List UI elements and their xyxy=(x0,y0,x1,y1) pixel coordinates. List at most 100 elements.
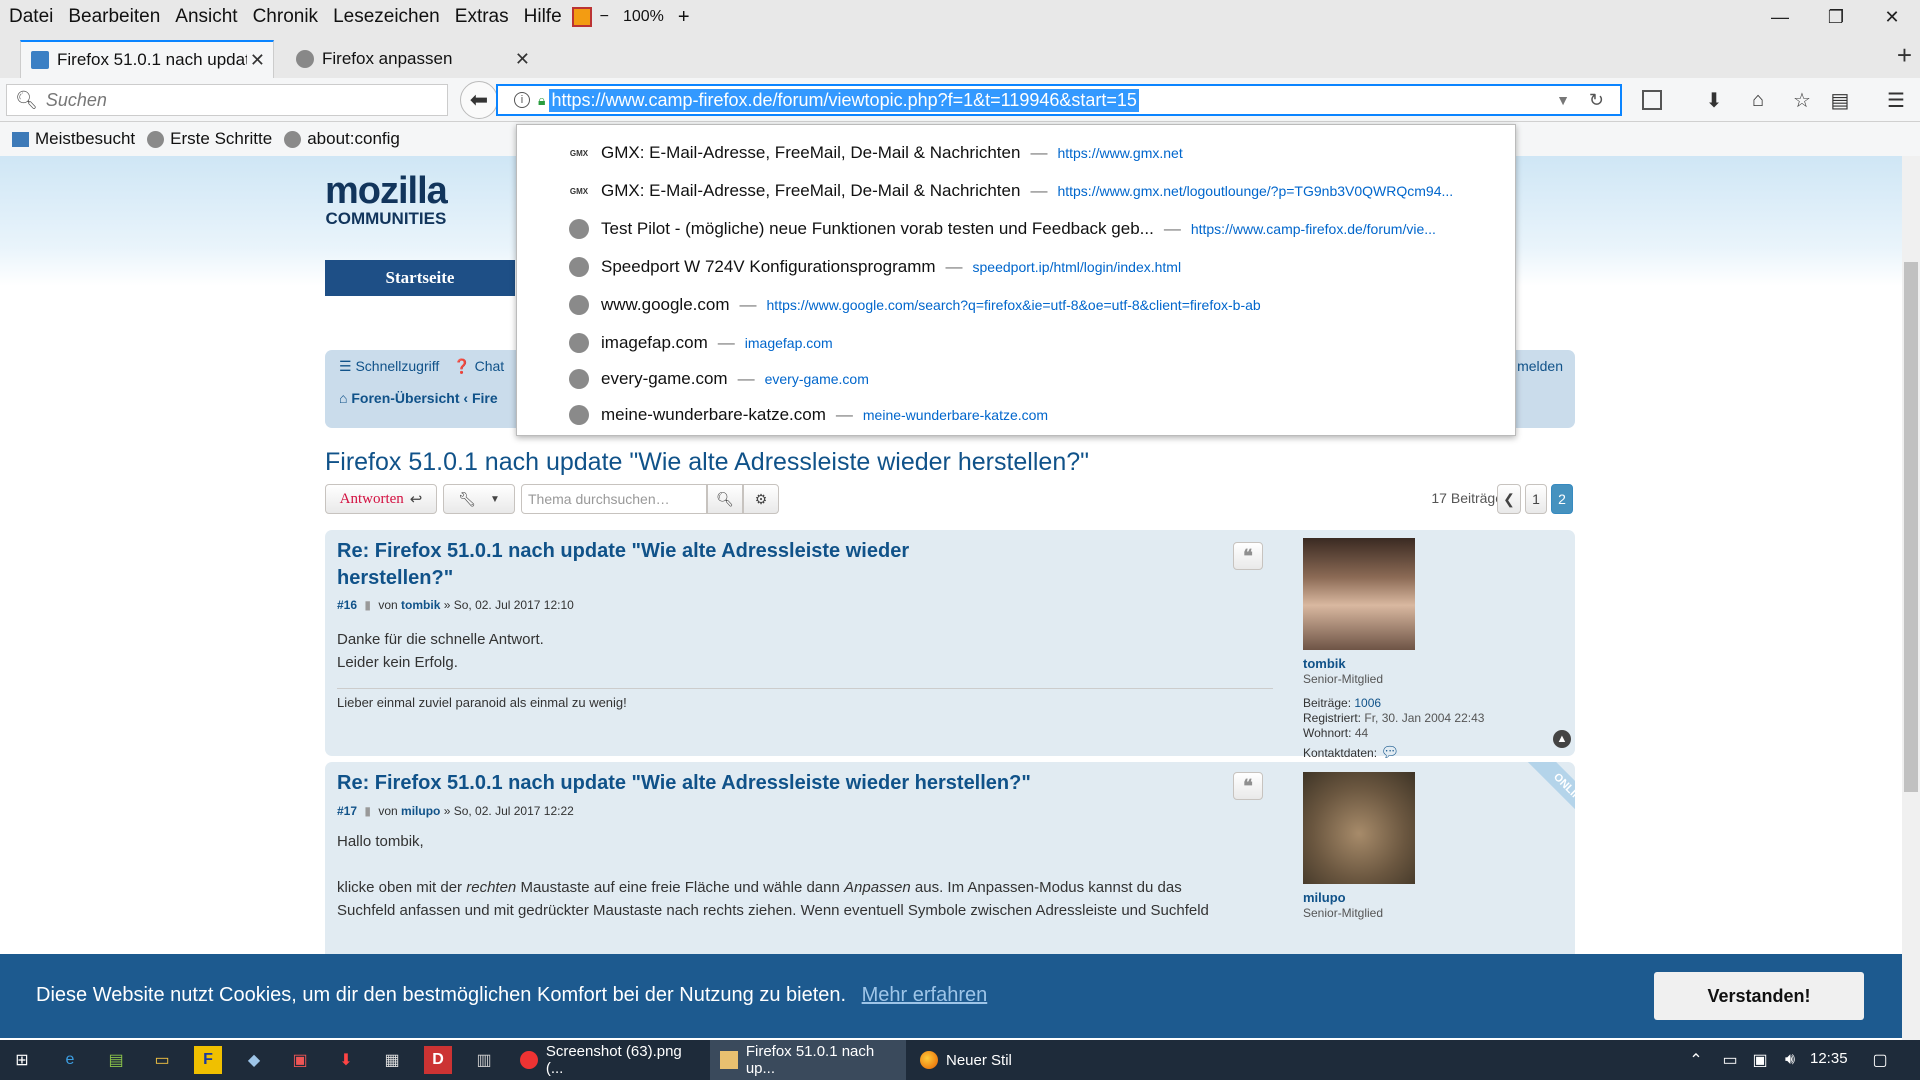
suggestion-item[interactable]: every-game.com — every-game.com xyxy=(517,361,1517,397)
volume-icon[interactable]: 🔊︎ xyxy=(1776,1046,1804,1074)
post-author[interactable]: tombik xyxy=(401,598,440,612)
reply-button[interactable]: Antworten ↩ xyxy=(325,484,437,514)
minimize-button[interactable]: — xyxy=(1752,0,1808,34)
taskbar-app-screenshot[interactable]: Screenshot (63).png (... xyxy=(510,1040,702,1080)
restore-button[interactable]: ❐ xyxy=(1808,0,1864,34)
app-icon[interactable]: ▥ xyxy=(470,1046,498,1074)
suggestion-item[interactable]: GMX GMX: E-Mail-Adresse, FreeMail, De-Ma… xyxy=(517,135,1517,171)
avatar[interactable] xyxy=(1303,538,1415,650)
windows-start-icon[interactable]: ⊞ xyxy=(8,1046,36,1074)
contact-icon[interactable]: 💬︎ xyxy=(1380,744,1399,761)
menu-datei[interactable]: Datei xyxy=(9,6,53,28)
taskbar-app-neuer-stil[interactable]: Neuer Stil xyxy=(910,1040,1100,1080)
quote-button[interactable]: ❝ xyxy=(1233,772,1263,800)
breadcrumb-forum[interactable]: Fire xyxy=(472,390,498,406)
suggestion-item[interactable]: Speedport W 724V Konfigurationsprogramm —… xyxy=(517,249,1517,285)
zoom-in-button[interactable]: + xyxy=(678,6,690,29)
close-tab-icon[interactable]: ✕ xyxy=(515,49,530,70)
topic-search-input[interactable]: Thema durchsuchen… xyxy=(521,484,707,514)
home-icon[interactable]: ⌂ xyxy=(1744,86,1772,114)
back-to-top-icon[interactable]: ▲ xyxy=(1553,730,1571,748)
zoom-level[interactable]: 100% xyxy=(623,8,664,26)
page-1-button[interactable]: 1 xyxy=(1525,484,1547,514)
globe-icon xyxy=(569,219,589,239)
topic-title[interactable]: Firefox 51.0.1 nach update "Wie alte Adr… xyxy=(325,448,1089,477)
app-icon[interactable]: ◆ xyxy=(240,1046,268,1074)
scrollbar-thumb[interactable] xyxy=(1904,262,1918,792)
reader-icon[interactable] xyxy=(1638,86,1666,114)
bookmark-star-icon[interactable]: ☆ xyxy=(1788,86,1816,114)
notification-icon[interactable]: ▢ xyxy=(1866,1046,1894,1074)
advanced-search-button[interactable]: ⚙ xyxy=(743,484,779,514)
f-app-icon[interactable]: F xyxy=(194,1046,222,1074)
library-icon[interactable]: ▤ xyxy=(1826,86,1854,114)
suggestion-item[interactable]: GMX GMX: E-Mail-Adresse, FreeMail, De-Ma… xyxy=(517,173,1517,209)
login-link[interactable]: melden xyxy=(1517,358,1563,374)
menu-ansicht[interactable]: Ansicht xyxy=(175,6,237,28)
bookmark-meistbesucht[interactable]: Meistbesucht xyxy=(12,129,135,149)
page-2-button[interactable]: 2 xyxy=(1551,484,1573,514)
bookmark-erste-schritte[interactable]: Erste Schritte xyxy=(147,129,272,149)
quick-access-link[interactable]: ☰ Schnellzugriff xyxy=(339,358,439,375)
post-title[interactable]: Re: Firefox 51.0.1 nach update "Wie alte… xyxy=(337,770,1237,797)
battery-icon[interactable]: ▭ xyxy=(1716,1046,1744,1074)
app-icon[interactable]: ▦ xyxy=(378,1046,406,1074)
suggestion-item[interactable]: imagefap.com — imagefap.com xyxy=(517,325,1517,361)
post-number[interactable]: #16 xyxy=(337,598,357,612)
network-icon[interactable]: ▣ xyxy=(1746,1046,1774,1074)
posts-label: Beiträge: xyxy=(1303,696,1352,710)
clock[interactable]: 12:35 xyxy=(1810,1050,1848,1067)
close-tab-icon[interactable]: ✕ xyxy=(250,50,265,71)
previous-page-button[interactable]: ❮ xyxy=(1497,484,1521,514)
quote-button[interactable]: ❝ xyxy=(1233,542,1263,570)
addon-icon[interactable] xyxy=(571,7,592,27)
chevron-up-icon[interactable]: ⌃ xyxy=(1682,1046,1710,1074)
new-tab-button[interactable]: + xyxy=(1897,40,1912,71)
menu-extras[interactable]: Extras xyxy=(455,6,509,28)
download-app-icon[interactable]: ⬇ xyxy=(332,1046,360,1074)
taskbar-app-firefox-update[interactable]: Firefox 51.0.1 nach up... xyxy=(710,1040,906,1080)
suggestion-item[interactable]: www.google.com — https://www.google.com/se… xyxy=(517,287,1517,323)
breadcrumb-home[interactable]: ⌂ Foren-Übersicht xyxy=(339,390,459,406)
post-number[interactable]: #17 xyxy=(337,804,357,818)
user-name[interactable]: tombik xyxy=(1303,656,1346,671)
dropdown-arrow-icon[interactable]: ▼ xyxy=(1556,92,1570,108)
reload-icon[interactable]: ↻ xyxy=(1589,90,1604,111)
bookmark-about-config[interactable]: about:config xyxy=(284,129,400,149)
topic-search-button[interactable]: 🔍︎ xyxy=(707,484,743,514)
chat-link[interactable]: ❓ Chat xyxy=(453,358,504,375)
suggestion-item[interactable]: Test Pilot - (mögliche) neue Funktionen … xyxy=(517,211,1517,247)
post-title[interactable]: Re: Firefox 51.0.1 nach update "Wie alte… xyxy=(337,538,977,592)
user-posts-count[interactable]: 1006 xyxy=(1354,696,1381,710)
zoom-out-button[interactable]: − xyxy=(600,8,609,26)
user-name[interactable]: milupo xyxy=(1303,890,1346,905)
suggestion-item[interactable]: meine-wunderbare-katze.com — meine-wunderb… xyxy=(517,397,1517,433)
hamburger-menu-icon[interactable]: ☰ xyxy=(1882,86,1910,114)
d-app-icon[interactable]: D xyxy=(424,1046,452,1074)
search-input[interactable]: 🔍︎ Suchen xyxy=(6,84,448,116)
download-icon[interactable]: ⬇ xyxy=(1700,86,1728,114)
close-window-button[interactable]: ✕ xyxy=(1864,0,1920,34)
tab-firefox-update[interactable]: Firefox 51.0.1 nach update ✕ xyxy=(20,40,274,78)
menu-hilfe[interactable]: Hilfe xyxy=(524,6,562,28)
post-author[interactable]: milupo xyxy=(401,804,440,818)
notepad-icon[interactable]: ▤ xyxy=(102,1046,130,1074)
edge-icon[interactable]: e xyxy=(56,1046,84,1074)
menu-bearbeiten[interactable]: Bearbeiten xyxy=(68,6,160,28)
avatar[interactable] xyxy=(1303,772,1415,884)
site-logo[interactable]: mozilla COMMUNITIES xyxy=(325,170,448,229)
cookie-accept-button[interactable]: Verstanden! xyxy=(1654,972,1864,1020)
info-icon[interactable]: i xyxy=(514,92,530,108)
app-icon[interactable]: ▣ xyxy=(286,1046,314,1074)
tab-firefox-anpassen[interactable]: Firefox anpassen ✕ xyxy=(286,40,538,78)
url-text[interactable]: https://www.camp-firefox.de/forum/viewto… xyxy=(549,88,1139,112)
topic-tools-button[interactable]: 🔧︎ ▼ xyxy=(443,484,515,514)
post-by: von xyxy=(378,804,398,818)
back-button[interactable]: ⬅︎ xyxy=(460,81,498,119)
url-bar[interactable]: i 🔒︎ https://www.camp-firefox.de/forum/v… xyxy=(496,84,1622,116)
menu-chronik[interactable]: Chronik xyxy=(253,6,318,28)
menu-lesezeichen[interactable]: Lesezeichen xyxy=(333,6,440,28)
home-nav-button[interactable]: Startseite xyxy=(325,260,515,296)
cookie-more-link[interactable]: Mehr erfahren xyxy=(862,984,988,1006)
file-explorer-icon[interactable]: ▭ xyxy=(148,1046,176,1074)
